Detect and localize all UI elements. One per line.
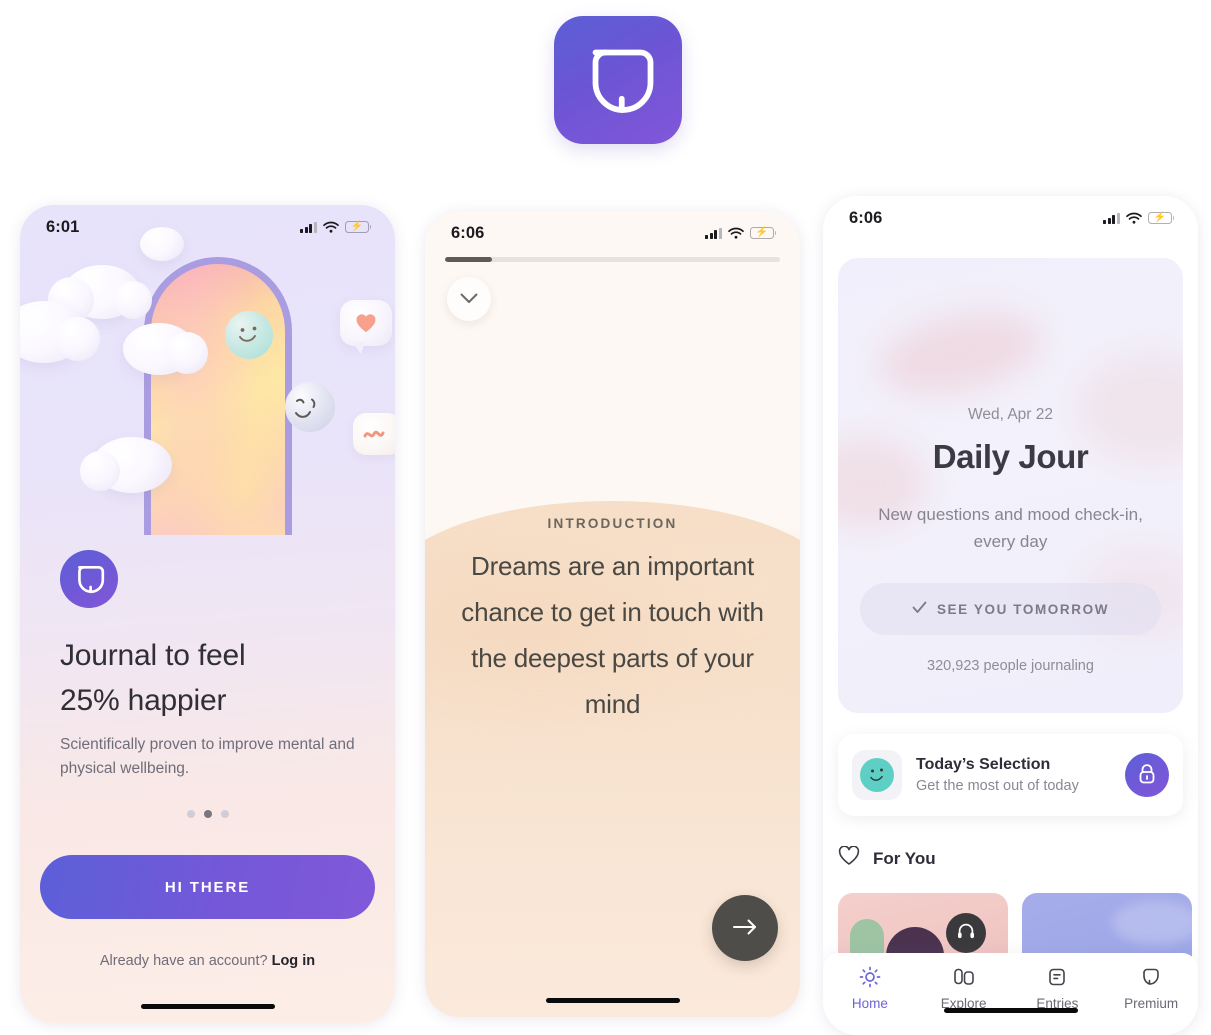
hi-there-button[interactable]: HI THERE xyxy=(40,855,375,919)
daily-jour-card[interactable]: Wed, Apr 22 Daily Jour New questions and… xyxy=(838,258,1183,713)
cards-icon xyxy=(951,965,977,989)
hero-illustration xyxy=(20,205,395,535)
app-logo-icon xyxy=(60,550,118,608)
screen-home: 6:06 ⚡ Wed, Apr 22 Daily Jour New questi… xyxy=(823,196,1198,1035)
status-bar: 6:01 ⚡ xyxy=(20,205,395,249)
document-icon xyxy=(1045,965,1069,989)
status-time: 6:01 xyxy=(46,217,80,236)
heart-speech-bubble xyxy=(340,300,392,354)
decorative-blob xyxy=(872,299,1049,408)
tab-premium[interactable]: Premium xyxy=(1104,965,1198,1011)
bottom-tab-bar: Home Explore Entries Premium xyxy=(823,953,1198,1035)
page-root: 6:01 ⚡ Journal to feel 25% happier Scien… xyxy=(0,0,1211,1035)
daily-card-date: Wed, Apr 22 xyxy=(967,406,1053,423)
headphones-icon xyxy=(956,921,976,946)
speech-bubble-icon xyxy=(1139,965,1163,989)
wifi-icon xyxy=(728,227,744,239)
arrow-right-icon xyxy=(732,918,758,939)
login-link[interactable]: Log in xyxy=(272,953,316,969)
cloud-shape xyxy=(80,437,172,493)
chevron-down-icon xyxy=(460,292,478,307)
pagination-dots[interactable] xyxy=(20,810,395,818)
title-line-2: 25% happier xyxy=(60,684,227,717)
tab-premium-label: Premium xyxy=(1124,996,1179,1011)
tab-explore[interactable]: Explore xyxy=(917,965,1011,1011)
teal-smiley-ball xyxy=(225,311,273,359)
tab-home[interactable]: Home xyxy=(823,965,917,1011)
selection-subtitle: Get the most out of today xyxy=(916,777,1079,794)
pagination-dot[interactable] xyxy=(220,810,229,818)
teal-smiley-icon xyxy=(860,758,894,792)
tab-entries[interactable]: Entries xyxy=(1011,965,1105,1011)
cellular-bars-icon xyxy=(300,221,317,233)
grey-winking-ball xyxy=(285,382,335,432)
for-you-label: For You xyxy=(873,848,936,868)
login-prompt: Already have an account? Log in xyxy=(20,953,395,969)
status-bar: 6:06 ⚡ xyxy=(823,196,1198,240)
heart-outline-icon xyxy=(838,845,860,871)
home-indicator xyxy=(943,1008,1078,1013)
squiggle-speech-bubble xyxy=(353,413,395,455)
page-subtitle: Scientifically proven to improve mental … xyxy=(60,736,355,778)
section-eyebrow: INTRODUCTION xyxy=(547,516,678,531)
wifi-icon xyxy=(1126,212,1142,224)
cellular-bars-icon xyxy=(1103,212,1120,224)
pagination-dot-active[interactable] xyxy=(203,810,212,818)
daily-card-subtitle: New questions and mood check-in, every d… xyxy=(878,505,1143,552)
cellular-bars-icon xyxy=(705,227,722,239)
progress-bar-fill xyxy=(445,257,492,262)
check-icon xyxy=(912,601,927,617)
page-title: Journal to feel 25% happier xyxy=(60,633,360,723)
heart-icon xyxy=(356,314,376,332)
see-you-tomorrow-label: SEE YOU TOMORROW xyxy=(936,601,1110,617)
title-line-1: Journal to feel xyxy=(60,639,246,672)
pagination-dot[interactable] xyxy=(186,810,195,818)
screen-introduction: 6:06 ⚡ INTRODUCTION Dreams are an import… xyxy=(425,211,800,1017)
quote-text: Dreams are an important chance to get in… xyxy=(461,551,764,720)
headphones-badge xyxy=(946,913,986,953)
phone-home: 6:06 ⚡ Wed, Apr 22 Daily Jour New questi… xyxy=(823,196,1198,1035)
lock-icon xyxy=(1137,763,1157,788)
for-you-header: For You xyxy=(838,845,936,871)
cloud-shape xyxy=(123,323,208,375)
status-time: 6:06 xyxy=(849,208,883,227)
gradient-arch-illustration xyxy=(144,257,292,535)
collapse-button[interactable] xyxy=(447,277,491,321)
progress-bar[interactable] xyxy=(445,257,780,262)
home-indicator xyxy=(545,998,680,1003)
battery-charging-icon: ⚡ xyxy=(1148,212,1175,224)
tab-home-label: Home xyxy=(851,996,888,1011)
see-you-tomorrow-button[interactable]: SEE YOU TOMORROW xyxy=(860,583,1161,635)
todays-selection-card[interactable]: Today’s Selection Get the most out of to… xyxy=(838,734,1183,816)
daily-card-title: Daily Jour xyxy=(932,438,1089,475)
unlock-button[interactable] xyxy=(1125,753,1169,797)
squiggle-icon xyxy=(363,430,385,438)
next-button[interactable] xyxy=(712,895,778,961)
phone-introduction: 6:06 ⚡ INTRODUCTION Dreams are an import… xyxy=(425,211,800,1017)
sun-icon xyxy=(858,965,882,989)
battery-charging-icon: ⚡ xyxy=(750,227,777,239)
screen-onboarding: 6:01 ⚡ Journal to feel 25% happier Scien… xyxy=(20,205,395,1023)
speech-bubble-icon xyxy=(578,40,658,120)
battery-charging-icon: ⚡ xyxy=(345,221,372,233)
status-icons: ⚡ xyxy=(705,227,777,239)
selection-thumbnail xyxy=(852,750,902,800)
people-journaling-count: 320,923 people journaling xyxy=(927,658,1094,674)
home-indicator xyxy=(140,1004,275,1009)
wifi-icon xyxy=(323,221,339,233)
login-prompt-text: Already have an account? xyxy=(99,953,268,969)
status-time: 6:06 xyxy=(451,223,485,242)
status-icons: ⚡ xyxy=(300,221,372,233)
selection-text: Today’s Selection Get the most out of to… xyxy=(916,754,1111,796)
status-bar: 6:06 ⚡ xyxy=(425,211,800,255)
selection-title: Today’s Selection xyxy=(916,756,1051,774)
status-icons: ⚡ xyxy=(1103,212,1175,224)
phone-onboarding: 6:01 ⚡ Journal to feel 25% happier Scien… xyxy=(20,205,395,1023)
app-icon xyxy=(554,16,682,144)
